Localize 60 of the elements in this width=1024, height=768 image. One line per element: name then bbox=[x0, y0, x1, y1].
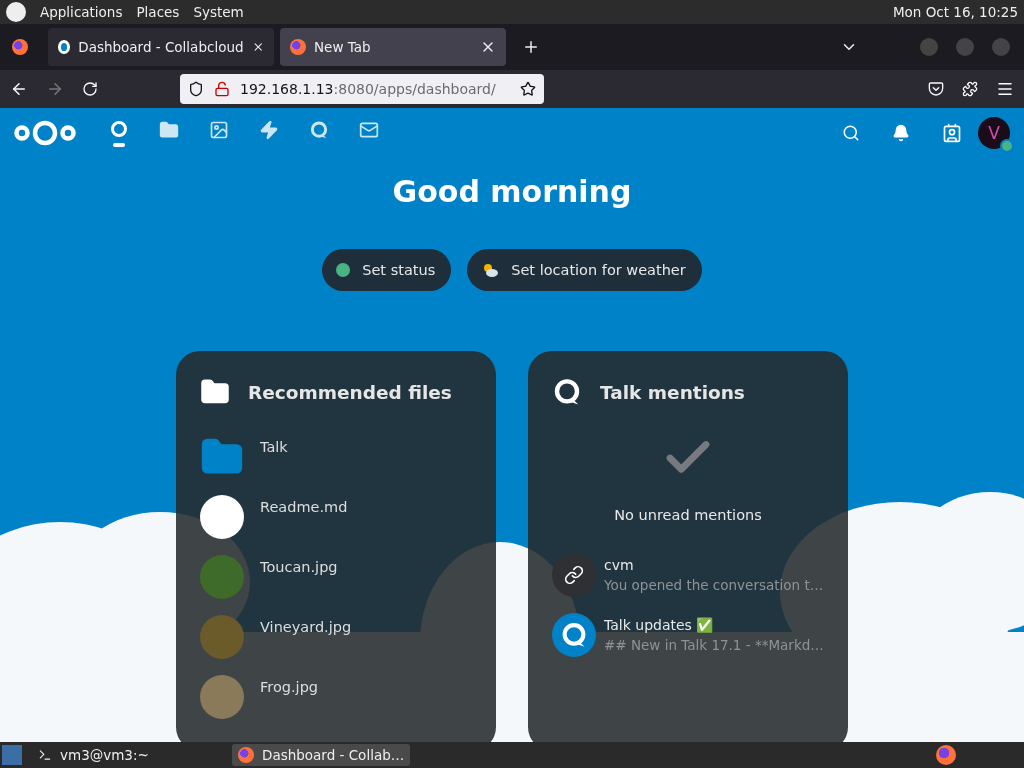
image-icon bbox=[209, 119, 229, 140]
file-name[interactable]: Vineyard.jpg bbox=[260, 619, 352, 635]
lock-icon bbox=[214, 81, 230, 97]
cloud-icon bbox=[58, 40, 71, 54]
forward-icon[interactable] bbox=[46, 80, 64, 98]
file-name[interactable]: Readme.md bbox=[260, 499, 348, 515]
notifications-icon[interactable] bbox=[892, 124, 910, 142]
browser-icon[interactable] bbox=[936, 745, 956, 765]
url-text: 192.168.1.13:8080/apps/dashboard/ bbox=[240, 81, 497, 97]
speech-bubble-icon bbox=[560, 621, 588, 649]
contacts-icon[interactable] bbox=[942, 123, 962, 143]
file-name[interactable]: Frog.jpg bbox=[260, 679, 319, 695]
message-preview: ## New in Talk 17.1 - **Markd… bbox=[604, 637, 824, 653]
user-avatar[interactable]: V bbox=[978, 117, 1010, 149]
pocket-icon[interactable] bbox=[928, 81, 944, 97]
mention-item[interactable]: cvm You opened the conversation t… bbox=[552, 545, 824, 605]
taskbar-item[interactable]: Dashboard - Collab… bbox=[232, 744, 411, 766]
mention-item[interactable]: Talk updates ✅ ## New in Talk 17.1 - **Markd… bbox=[552, 605, 824, 665]
new-tab-icon[interactable] bbox=[522, 38, 540, 56]
message-preview: You opened the conversation t… bbox=[604, 577, 824, 593]
terminal-icon bbox=[38, 748, 52, 762]
menu-icon[interactable] bbox=[996, 80, 1014, 98]
folder-icon bbox=[159, 119, 179, 140]
conversation-name: Talk updates ✅ bbox=[604, 617, 715, 633]
panel-menu[interactable]: System bbox=[193, 4, 244, 20]
file-name[interactable]: Talk bbox=[260, 439, 288, 455]
status-dot bbox=[336, 263, 351, 277]
search-icon[interactable] bbox=[842, 124, 860, 142]
file-thumbnail bbox=[200, 495, 244, 539]
file-name[interactable]: Toucan.jpg bbox=[260, 559, 338, 575]
shield-icon bbox=[188, 81, 204, 97]
logo-icon[interactable] bbox=[6, 2, 26, 22]
address-field[interactable]: 192.168.1.13:8080/apps/dashboard/ bbox=[180, 74, 544, 104]
weather-button[interactable]: Set location for weather bbox=[467, 249, 702, 291]
browser-icon bbox=[238, 747, 254, 763]
speech-bubble-icon bbox=[309, 119, 329, 140]
back-icon[interactable] bbox=[10, 80, 28, 98]
bookmark-icon[interactable] bbox=[520, 81, 536, 97]
reload-icon[interactable] bbox=[82, 81, 98, 97]
panel-menu[interactable]: Applications bbox=[40, 4, 123, 20]
browser-icon bbox=[290, 39, 306, 55]
browser-icon[interactable] bbox=[12, 39, 28, 55]
browser-tab[interactable]: Dashboard - Collabcloud bbox=[48, 28, 274, 66]
dashboard-icon bbox=[109, 119, 129, 140]
status-button[interactable]: Set status bbox=[322, 249, 452, 291]
browser-tab[interactable]: New Tab bbox=[280, 28, 506, 66]
panel-menu[interactable]: Places bbox=[136, 4, 180, 20]
greeting-title: Good morning bbox=[392, 174, 632, 209]
lightning-icon bbox=[259, 119, 279, 140]
widget-title: Talk mentions bbox=[600, 381, 745, 403]
extensions-icon[interactable] bbox=[962, 81, 978, 97]
taskbar-item[interactable]: vm3@vm3:~ bbox=[32, 744, 192, 766]
online-status-dot bbox=[1000, 139, 1014, 153]
clock: Mon Oct 16, 10:25 bbox=[892, 4, 1018, 20]
sun-cloud-icon bbox=[481, 262, 500, 278]
conversation-name: cvm bbox=[604, 557, 635, 573]
widget-title: Recommended files bbox=[248, 381, 452, 403]
empty-message: No unread mentions bbox=[614, 507, 762, 523]
speech-bubble-icon bbox=[552, 377, 582, 407]
link-icon bbox=[564, 565, 584, 585]
